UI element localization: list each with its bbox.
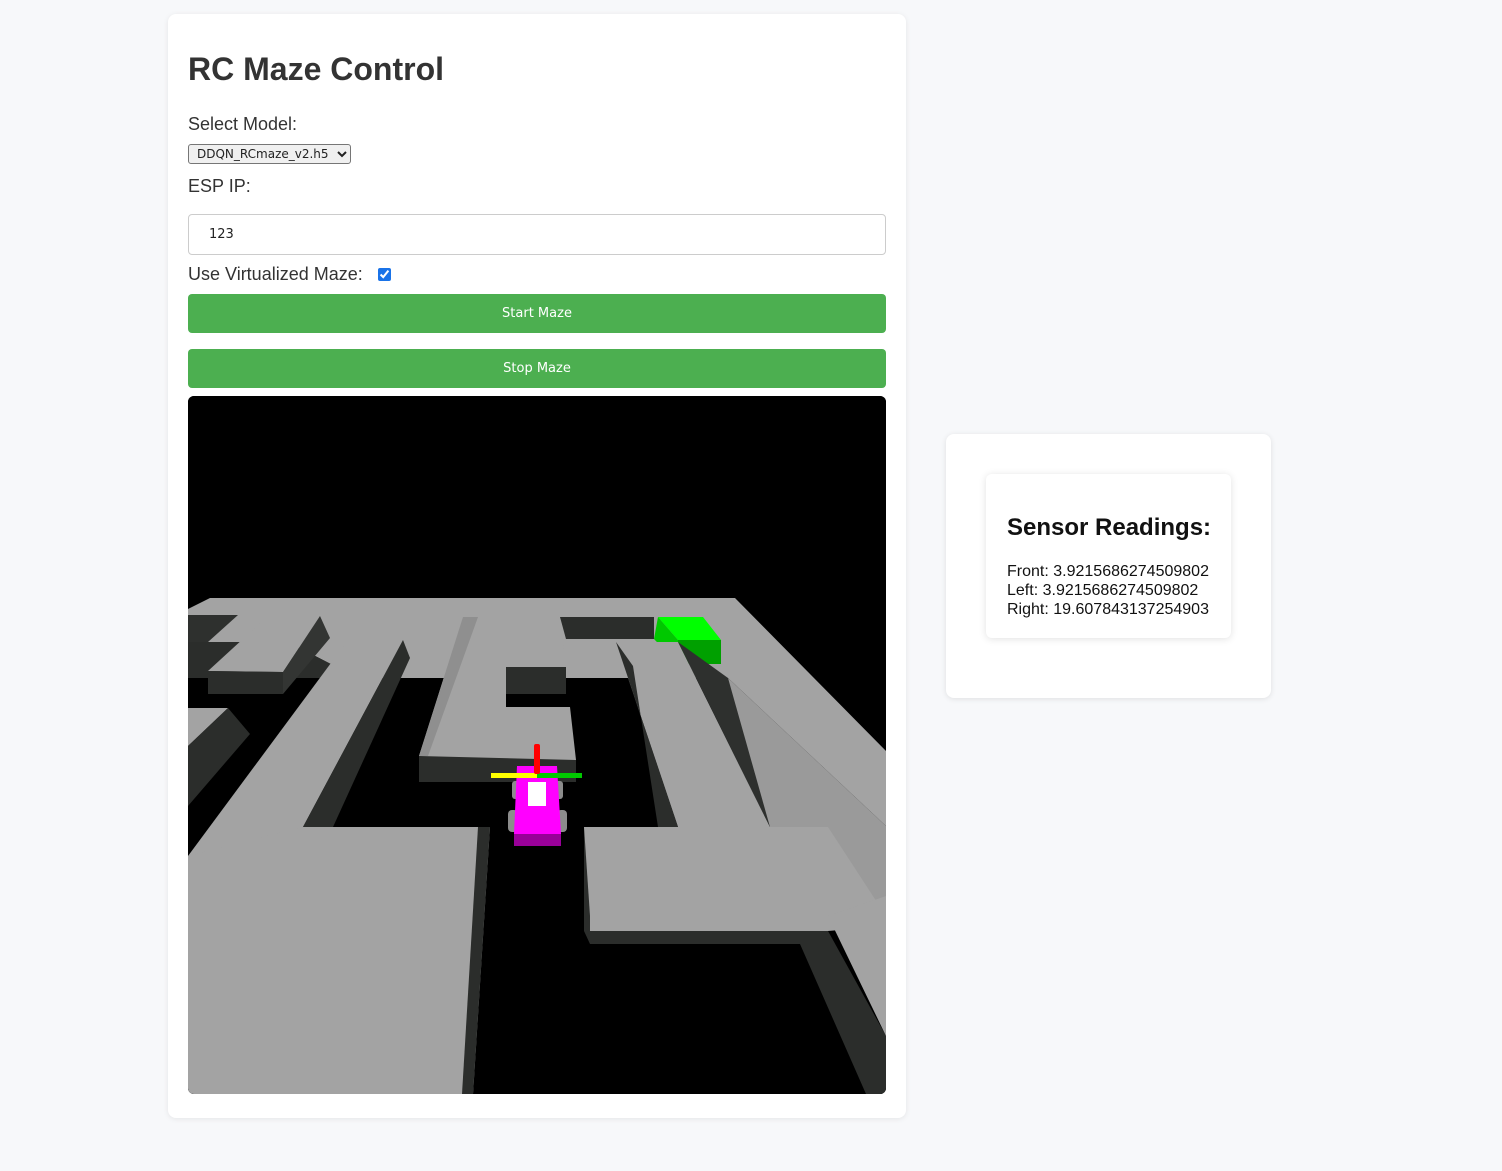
sensor-readings-list: Front: 3.9215686274509802 Left: 3.921568… [1007,562,1209,619]
sensor-readings-title: Sensor Readings: [1007,514,1212,541]
sensor-left-label: Left: [1007,582,1039,599]
maze-wall-top [188,827,490,1094]
sensor-right: Right: 19.607843137254903 [1007,600,1209,619]
sensor-right-value: 19.607843137254903 [1053,601,1209,618]
start-maze-button[interactable]: Start Maze [188,294,886,333]
sensor-right-label: Right: [1007,601,1049,618]
control-panel: RC Maze Control Select Model: DDQN_RCmaz… [168,14,906,1118]
maze-wall-side [560,617,654,639]
sensor-panel: Sensor Readings: Front: 3.92156862745098… [946,434,1271,698]
virtualized-maze-checkbox[interactable] [378,268,391,281]
page-title: RC Maze Control [188,51,444,87]
sensor-left-value: 3.9215686274509802 [1042,582,1199,599]
stop-maze-button[interactable]: Stop Maze [188,349,886,388]
model-select[interactable]: DDQN_RCmaze_v2.h5 [188,144,351,164]
sensor-ray-front [534,744,540,774]
sensor-left: Left: 3.9215686274509802 [1007,581,1209,600]
maze-wall-side [208,671,283,694]
sensor-ray-left [491,773,537,778]
sensor-front-value: 3.9215686274509802 [1053,563,1209,580]
esp-ip-input[interactable] [188,214,886,255]
virtualized-maze-label: Use Virtualized Maze: [188,264,363,284]
maze-3d-view[interactable] [188,396,886,1094]
car-cabin [528,782,546,806]
maze-wall-side [506,667,566,694]
sensor-readings-box: Sensor Readings: Front: 3.92156862745098… [986,474,1231,638]
car-body-front [514,834,561,846]
sensor-front-label: Front: [1007,563,1049,580]
model-label: Select Model: [188,114,298,134]
sensor-front: Front: 3.9215686274509802 [1007,562,1209,581]
esp-ip-label: ESP IP: [188,176,251,196]
sensor-ray-right [537,773,582,778]
